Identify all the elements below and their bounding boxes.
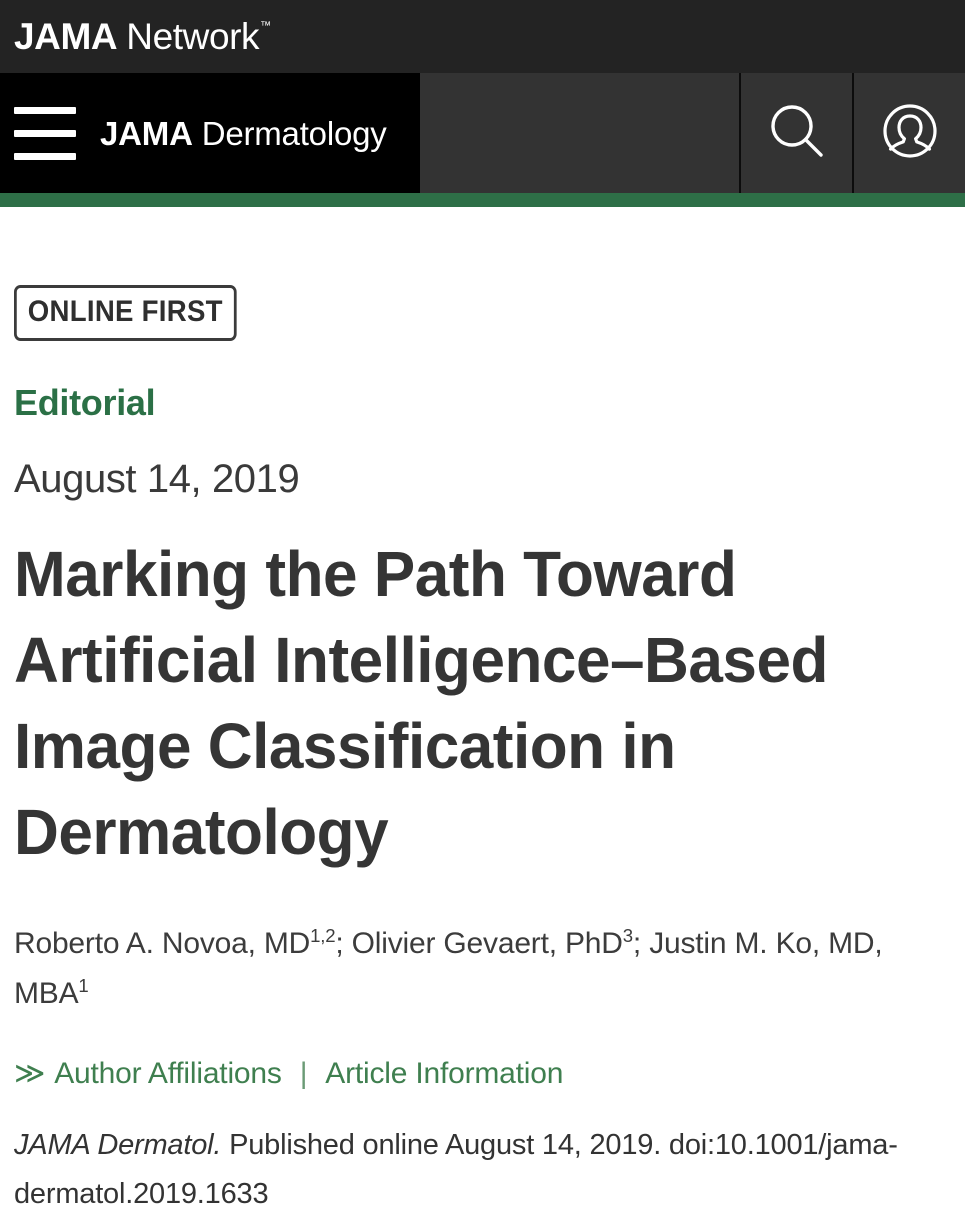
author-list: Roberto A. Novoa, MD1,2; Olivier Gevaert… [14,919,924,1019]
article-type-label[interactable]: Editorial [14,385,951,421]
article-information-link[interactable]: Article Information [325,1059,563,1089]
journal-identity-block: JAMA Dermatology [0,73,420,193]
author-separator: ; [632,927,650,960]
author-affiliation-marker[interactable]: 1,2 [310,925,335,946]
hamburger-line-1 [14,106,76,114]
badge-row: ONLINE FIRST [14,207,951,341]
search-icon [766,100,828,167]
hamburger-line-3 [14,152,76,160]
brand-name-bold: JAMA [14,16,118,57]
search-button[interactable] [739,73,852,193]
user-account-icon [879,100,941,167]
double-chevron-icon: ≫ [14,1057,46,1090]
article-title: Marking the Path Toward Artificial Intel… [14,538,828,868]
jama-network-logo[interactable]: JAMA Network ™ [14,18,271,55]
author-affiliations-link[interactable]: Author Affiliations [54,1059,282,1089]
article-citation: JAMA Dermatol. Published online August 1… [14,1121,949,1219]
journal-navigation-bar: JAMA Dermatology [0,73,965,193]
journal-title-regular: Dermatology [201,114,387,152]
article-links-row: ≫ Author Affiliations | Article Informat… [14,1059,951,1089]
online-first-badge: ONLINE FIRST [14,285,237,341]
jama-network-brand-bar: JAMA Network ™ [0,0,965,73]
article-header: ONLINE FIRST Editorial August 14, 2019 M… [0,207,965,1219]
brand-name-light: Network [126,16,260,57]
journal-title-bold: JAMA [100,114,193,152]
journal-title-link[interactable]: JAMA Dermatology [100,117,387,150]
account-button[interactable] [852,73,965,193]
author-separator: ; [335,927,352,960]
author-name[interactable]: Olivier Gevaert, PhD [352,927,623,960]
citation-journal-name: JAMA Dermatol. [14,1129,222,1161]
hamburger-line-2 [14,129,76,137]
hamburger-menu-icon[interactable] [14,106,76,160]
author-affiliation-marker[interactable]: 1 [78,975,88,996]
green-accent-rule [0,193,965,207]
link-separator: | [299,1057,308,1090]
trademark-symbol: ™ [260,20,271,32]
publication-date: August 14, 2019 [14,457,300,501]
author-name[interactable]: Roberto A. Novoa, MD [14,927,310,960]
author-affiliation-marker[interactable]: 3 [623,925,633,946]
